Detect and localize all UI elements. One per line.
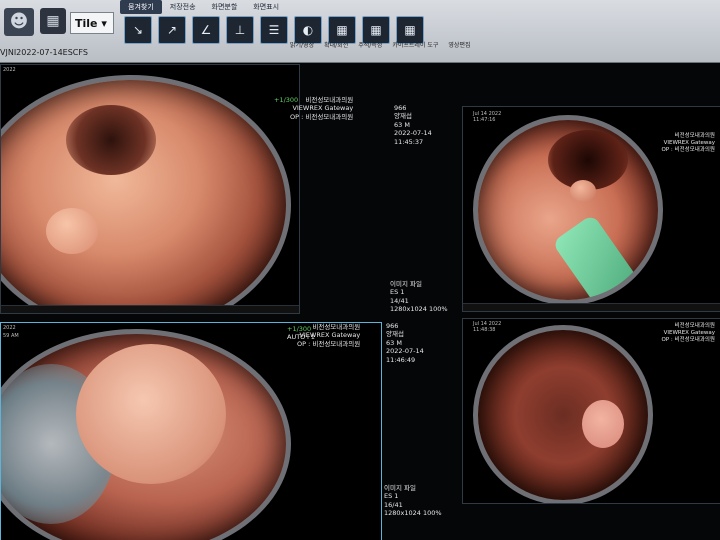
- operator-4: OP : 비전성모내과의원: [661, 337, 715, 344]
- hospital-name-3: 비전성모내과의원: [312, 323, 361, 331]
- tab-screen-display[interactable]: 화면표시: [245, 0, 287, 14]
- image-size-3: 1280x1024 100%: [384, 509, 442, 518]
- label-brightness[interactable]: 밝기/영상: [290, 40, 314, 49]
- hospital-name-1: 비전성모내과의원: [305, 96, 354, 104]
- image-file-info-3: 이미지 파일 ES 1 16/41 1280x1024 100%: [384, 484, 442, 518]
- label-annotation[interactable]: 주석/측정: [358, 40, 382, 49]
- patient-name-3: 양재섭: [386, 330, 404, 339]
- endoscopy-image-4: [473, 325, 653, 503]
- polyp-marker-3: [76, 344, 226, 484]
- side-val-3: 59 AM: [3, 333, 19, 339]
- ruler-tool-icon[interactable]: ⊥: [226, 16, 254, 44]
- study-path: VJNI2022-07-14ESCFS: [0, 48, 88, 57]
- patient-details-1: 966 양재섭 63 M 2022-07-14 11:45:37: [394, 104, 432, 146]
- image-file-label-3: 이미지 파일: [384, 484, 416, 492]
- screen: ☻ ▦ Tile ▾ 뭄겨찾기 저장전송 화면분할 화면표시 ↘ ↗ ∠ ⊥ ☰…: [0, 0, 720, 540]
- frame-count-3: 16/41: [384, 500, 403, 509]
- layout-select[interactable]: Tile ▾: [70, 12, 114, 34]
- polyp-marker: [46, 208, 98, 254]
- study-date-1: 2022-07-14: [394, 129, 432, 138]
- endoscopy-image-3: [1, 329, 291, 540]
- tab-screen-split[interactable]: 화면분할: [204, 0, 246, 14]
- header-date-1: 2022: [3, 67, 16, 73]
- study-date-3: 2022-07-14: [386, 347, 424, 356]
- frame-count-1: 14/41: [390, 296, 409, 305]
- image-file-label-1: 이미지 파일: [390, 280, 422, 288]
- top-time-4: 11:48:38: [473, 327, 496, 333]
- viewer-panel-1[interactable]: 2022: [0, 64, 300, 314]
- document-icon[interactable]: ☰: [260, 16, 288, 44]
- top-time-2: 11:47:16: [473, 117, 496, 123]
- endoscopy-image-1: [1, 75, 291, 313]
- label-zoom[interactable]: 확대/회전: [324, 40, 348, 49]
- viewer-panel-3[interactable]: 2022 59 AM +1/300 AUTO+1 비전성모내과의원 VIEWRE…: [0, 322, 382, 540]
- arrow-tool-icon[interactable]: ↘: [124, 16, 152, 44]
- status-bar-1: [1, 305, 299, 313]
- operator-2: OP : 비전성모내과의원: [661, 147, 715, 154]
- es-label-1: ES 1: [390, 288, 405, 297]
- study-time-1: 11:45:37: [394, 137, 424, 146]
- polyp-marker-2: [570, 180, 596, 202]
- tab-save-send[interactable]: 저장전송: [162, 0, 204, 14]
- gateway-name-3: VIEWREX Gateway: [299, 331, 361, 340]
- study-time-3: 11:46:49: [386, 355, 416, 364]
- operator-1: OP : 비전성모내과의원: [290, 112, 354, 121]
- grid-icon[interactable]: ▦: [40, 8, 66, 34]
- angle-tool-icon[interactable]: ∠: [192, 16, 220, 44]
- endoscopy-image-2: [473, 115, 663, 305]
- menu-bar: 뭄겨찾기 저장전송 화면분할 화면표시: [120, 0, 287, 14]
- polyp-marker-4: [582, 400, 624, 448]
- zoom-level-1: +1/300: [274, 96, 299, 104]
- label-tray-tool[interactable]: 카이프트레이 도구: [392, 40, 438, 49]
- patient-age-sex-1: 63 M: [394, 120, 410, 129]
- hospital-info-4: 비전성모내과의원 VIEWREX Gateway OP : 비전성모내과의원: [662, 323, 715, 344]
- hospital-block-3: 비전성모내과의원 VIEWREX Gateway OP : 비전성모내과의원: [297, 323, 360, 348]
- tab-favorites[interactable]: 뭄겨찾기: [120, 0, 162, 14]
- patient-name-1: 양재섭: [394, 112, 412, 121]
- hospital-info-1: +1/300 비전성모내과의원 VIEWREX Gateway OP : 비전성…: [274, 96, 354, 121]
- tool-labels: 밝기/영상 확대/회전 주석/측정 카이프트레이 도구 영상편집: [290, 40, 471, 49]
- image-file-info-1: 이미지 파일 ES 1 14/41 1280x1024 100%: [390, 280, 448, 314]
- side-date-3: 2022: [3, 325, 16, 331]
- line-tool-icon[interactable]: ↗: [158, 16, 186, 44]
- patient-details-3: 966 양재섭 63 M 2022-07-14 11:46:49: [386, 322, 424, 364]
- image-size-1: 1280x1024 100%: [390, 305, 448, 314]
- viewer-panel-4[interactable]: Jul 14 2022 11:48:38 비전성모내과의원 VIEWREX Ga…: [462, 318, 720, 504]
- patient-age-sex-3: 63 M: [386, 338, 402, 347]
- es-label-3: ES 1: [384, 492, 399, 501]
- user-icon[interactable]: ☻: [4, 8, 34, 36]
- hospital-name-2: 비전성모내과의원: [674, 133, 715, 139]
- label-edit[interactable]: 영상편집: [448, 40, 470, 49]
- operator-3: OP : 비전성모내과의원: [297, 339, 361, 348]
- toolbar: ☻ ▦ Tile ▾ 뭄겨찾기 저장전송 화면분할 화면표시 ↘ ↗ ∠ ⊥ ☰…: [0, 0, 720, 63]
- viewer-panel-2[interactable]: Jul 14 2022 11:47:16 비전성모내과의원 VIEWREX Ga…: [462, 106, 720, 312]
- gateway-name-1: VIEWREX Gateway: [292, 104, 354, 113]
- status-bar-2: [463, 303, 720, 311]
- hospital-name-4: 비전성모내과의원: [674, 323, 715, 329]
- hospital-info-2: 비전성모내과의원 VIEWREX Gateway OP : 비전성모내과의원: [662, 133, 715, 154]
